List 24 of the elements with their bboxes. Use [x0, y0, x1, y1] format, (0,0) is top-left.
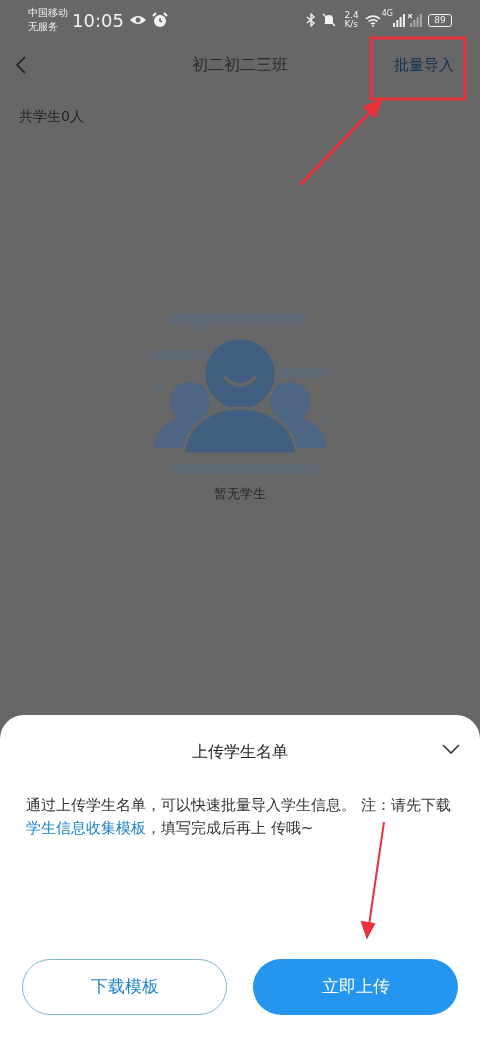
signal-icon	[393, 13, 405, 27]
template-link[interactable]: 学生信息收集模板	[26, 819, 146, 837]
clock-time: 10:05	[72, 8, 124, 33]
eye-icon	[128, 14, 147, 26]
no-signal-icon	[408, 13, 422, 27]
bell-off-icon	[322, 13, 337, 27]
upload-button[interactable]: 立即上传	[253, 959, 458, 1015]
sheet-title: 上传学生名单	[192, 741, 288, 763]
upload-description: 通过上传学生名单，可以快速批量导入学生信息。 注：请先下载 学生信息收集模板，填写完成后再上 传哦~	[25, 795, 452, 839]
wifi-icon	[364, 13, 381, 27]
student-count: 共学生0人	[19, 108, 84, 124]
service-status: 无服务	[28, 20, 59, 34]
battery-indicator: 89	[428, 13, 452, 27]
download-template-button[interactable]: 下载模板	[22, 959, 227, 1015]
alarm-icon	[151, 12, 168, 28]
speed-unit: K/s	[344, 20, 359, 29]
carrier-name: 中国移动	[28, 6, 68, 20]
page-title: 初二初二三班	[192, 54, 288, 76]
speed-value: 2.4	[344, 11, 359, 20]
bluetooth-icon	[306, 13, 317, 27]
collapse-button[interactable]	[442, 742, 462, 756]
network-type: 4G	[381, 10, 393, 18]
batch-import-button[interactable]: 批量导入	[394, 53, 454, 77]
empty-state-text: 暂无学生	[214, 485, 266, 503]
